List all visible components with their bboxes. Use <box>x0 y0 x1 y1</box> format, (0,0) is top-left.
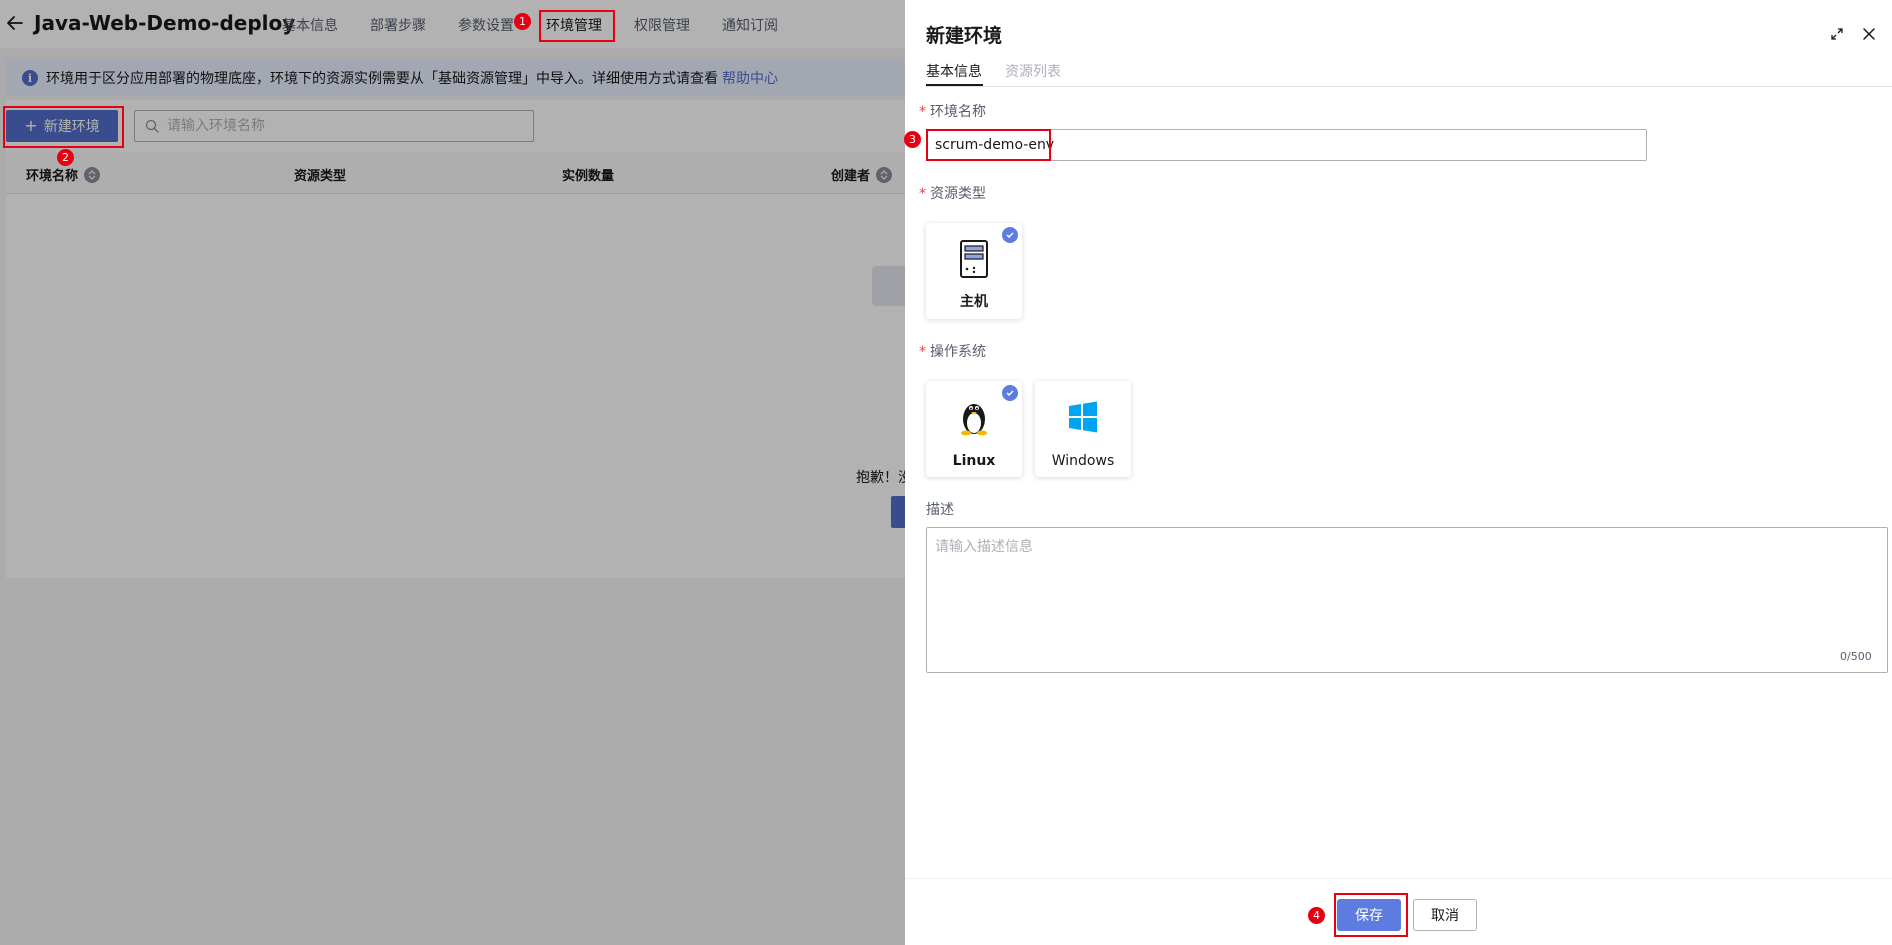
drawer-tab-basic-info[interactable]: 基本信息 <box>926 61 982 81</box>
drawer-tab-resource-list[interactable]: 资源列表 <box>1005 61 1061 81</box>
resource-type-label-text: 资源类型 <box>930 186 986 202</box>
env-name-label-text: 环境名称 <box>930 104 986 120</box>
cancel-button[interactable]: 取消 <box>1413 899 1477 931</box>
footer-divider <box>905 878 1892 879</box>
modal-mask[interactable] <box>0 0 905 945</box>
new-env-drawer: 新建环境 基本信息 资源列表 *环境名称 *资源类型 主机 *操作系统 <box>905 0 1892 945</box>
env-name-label: * 环境名称 <box>919 101 986 121</box>
drawer-title: 新建环境 <box>926 25 1003 47</box>
env-name-input[interactable] <box>926 129 1647 161</box>
desc-textarea[interactable] <box>926 527 1888 673</box>
card-label: 主机 <box>960 294 988 310</box>
tab-divider <box>926 86 1892 87</box>
save-button[interactable]: 保存 <box>1337 899 1401 931</box>
check-icon <box>1002 385 1018 401</box>
char-count: 0/500 <box>1840 650 1872 663</box>
resource-type-label: * 资源类型 <box>919 183 986 203</box>
required-mark: * <box>919 104 926 120</box>
background-page: Java-Web-Demo-deploy 基本信息 部署步骤 参数设置 环境管理… <box>0 0 912 945</box>
card-label: Windows <box>1051 453 1115 469</box>
desc-label: 描述 <box>926 502 954 518</box>
server-icon <box>960 240 988 278</box>
step-marker-3: 3 <box>904 131 921 148</box>
os-label-text: 操作系统 <box>930 344 986 360</box>
os-card-windows[interactable]: Windows <box>1035 381 1131 477</box>
windows-logo-icon <box>1069 401 1097 433</box>
linux-penguin-icon <box>961 404 987 436</box>
expand-icon[interactable] <box>1829 26 1845 42</box>
step-marker-2: 2 <box>57 149 74 166</box>
required-mark: * <box>919 344 926 360</box>
resource-type-card-host[interactable]: 主机 <box>926 223 1022 319</box>
step-marker-1: 1 <box>514 13 531 30</box>
required-mark: * <box>919 186 926 202</box>
os-card-linux[interactable]: Linux <box>926 381 1022 477</box>
close-icon[interactable] <box>1861 26 1877 42</box>
check-icon <box>1002 227 1018 243</box>
step-marker-4: 4 <box>1308 907 1325 924</box>
card-label: Linux <box>952 453 996 469</box>
os-label: * 操作系统 <box>919 341 986 361</box>
